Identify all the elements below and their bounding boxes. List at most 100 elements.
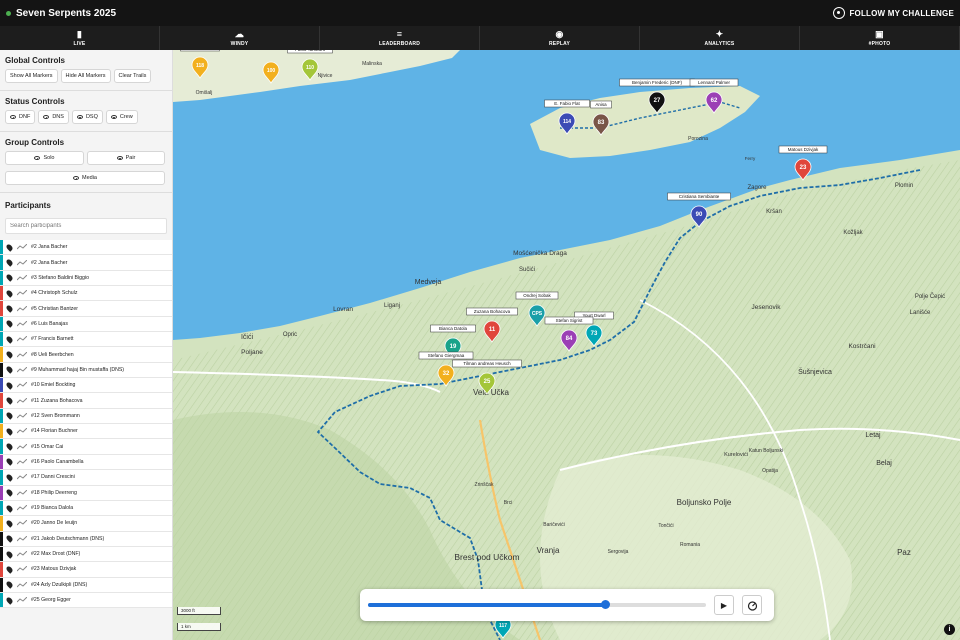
map-pin-icon[interactable] — [5, 488, 14, 497]
place-label: Ičići — [241, 334, 254, 341]
replay-slider[interactable] — [368, 600, 706, 609]
dnf-toggle-button[interactable]: DNF — [5, 110, 36, 124]
trail-icon[interactable] — [17, 351, 27, 358]
map-pin-icon[interactable] — [5, 519, 14, 528]
trail-icon[interactable] — [17, 489, 27, 496]
participant-row[interactable]: #16 Paolo Canambella — [0, 454, 172, 471]
map-pin-icon[interactable] — [5, 442, 14, 451]
map-pin-icon[interactable] — [5, 565, 14, 574]
participant-row[interactable]: #10 Emiel Bockting — [0, 378, 172, 394]
tab-windy[interactable]: ☁ WINDY — [160, 26, 320, 50]
tab-live[interactable]: ▮ LIVE — [0, 26, 160, 50]
participant-row[interactable]: #19 Bianca Dalola — [0, 500, 172, 517]
participant-row[interactable]: #24 Azly Dzulkipli (DNS) — [0, 577, 172, 593]
info-button[interactable]: i — [944, 624, 955, 635]
participant-row[interactable]: #15 Omar Cai — [0, 439, 172, 455]
map-pin-icon[interactable] — [5, 580, 14, 589]
speed-button[interactable] — [742, 595, 762, 615]
trail-icon[interactable] — [17, 474, 27, 480]
map-pin-icon[interactable] — [5, 396, 14, 405]
participant-row[interactable]: #11 Zuzana Bohacova — [0, 393, 172, 409]
follow-challenge-button[interactable]: FOLLOW MY CHALLENGE — [833, 7, 954, 19]
map-pin-icon[interactable] — [5, 534, 14, 543]
dns-toggle-button[interactable]: DNS — [38, 110, 69, 124]
map-pin-icon[interactable] — [5, 549, 14, 559]
map-pin-icon[interactable] — [5, 350, 14, 359]
participant-row[interactable]: #21 Jakob Deutschmann (DNS) — [0, 531, 172, 547]
crew-toggle-button[interactable]: Crew — [105, 110, 138, 124]
tab-replay[interactable]: ◉ REPLAY — [480, 26, 640, 50]
trail-icon[interactable] — [17, 566, 27, 572]
map-pin-icon[interactable] — [5, 411, 14, 421]
participant-row[interactable]: #12 Sven Brommann — [0, 408, 172, 425]
solo-toggle-button[interactable]: Solo — [5, 151, 84, 165]
map-pin-icon[interactable] — [5, 365, 14, 375]
search-input[interactable] — [5, 218, 167, 234]
map-pin-icon[interactable] — [5, 288, 14, 298]
trail-icon[interactable] — [17, 274, 27, 281]
participant-row[interactable]: #3 Stefano Baldini Biggio — [0, 270, 172, 287]
map-pin-icon[interactable] — [5, 427, 14, 436]
trail-icon[interactable] — [17, 458, 27, 465]
trail-icon[interactable] — [17, 397, 27, 404]
dsq-toggle-button[interactable]: DSQ — [71, 110, 103, 124]
participant-row[interactable]: #2 Jana Bacher — [0, 240, 172, 256]
map-pin-icon[interactable] — [5, 595, 14, 605]
tab-leaderboard[interactable]: ≡ LEADERBOARD — [320, 26, 480, 50]
map-pin-icon[interactable] — [5, 319, 14, 329]
map-pin-icon[interactable] — [5, 457, 14, 467]
slider-handle[interactable] — [600, 600, 610, 609]
participant-row[interactable]: #9 Muhammad hajaj Bin mustaffa (DNS) — [0, 362, 172, 379]
map-canvas[interactable]: Medveja Mošćenička Draga Sučići Lovran Ičići… — [173, 50, 960, 640]
map-pin-icon[interactable] — [5, 304, 14, 313]
participant-row[interactable]: #17 Danni Crescini — [0, 470, 172, 486]
hide-all-markers-button[interactable]: Hide All Markers — [60, 69, 111, 83]
map-pin-icon[interactable] — [5, 273, 14, 283]
trail-icon[interactable] — [17, 336, 27, 342]
trail-icon[interactable] — [17, 428, 27, 434]
trail-icon[interactable] — [17, 581, 27, 588]
pair-toggle-button[interactable]: Pair — [87, 151, 165, 165]
map-pin-icon[interactable] — [5, 503, 14, 513]
participant-row[interactable]: #4 Christoph Schulz — [0, 286, 172, 302]
trail-icon[interactable] — [17, 305, 27, 312]
map-pin-icon[interactable] — [5, 258, 14, 267]
participant-row[interactable]: #2 Jana Bacher — [0, 255, 172, 271]
tab-photo[interactable]: ▣ #PHOTO — [800, 26, 960, 50]
participant-row[interactable]: #18 Philip Deerreng — [0, 485, 172, 501]
participant-row[interactable]: #5 Christian Bantzer — [0, 301, 172, 317]
trail-icon[interactable] — [17, 290, 27, 296]
trail-icon[interactable] — [17, 244, 27, 250]
trail-icon[interactable] — [17, 382, 27, 388]
trail-icon[interactable] — [17, 412, 27, 419]
show-all-markers-button[interactable]: Show All Markers — [5, 69, 58, 83]
participant-row[interactable]: #25 Georg Egger — [0, 592, 172, 609]
media-toggle-button[interactable]: Media — [5, 171, 165, 185]
participant-name: #12 Sven Brommann — [31, 412, 80, 419]
play-button[interactable]: ▶ — [714, 595, 734, 615]
map-pin-icon[interactable] — [5, 242, 14, 252]
participant-row[interactable]: #22 Max Drost (DNF) — [0, 546, 172, 563]
clear-trails-button[interactable]: Clear Trails — [113, 69, 152, 83]
participant-row[interactable]: #8 Ueli Beerbchen — [0, 347, 172, 363]
map-pin-icon[interactable] — [5, 473, 14, 482]
map-view[interactable]: Medveja Mošćenička Draga Sučići Lovran Ičići… — [173, 50, 960, 640]
trail-icon[interactable] — [17, 505, 27, 511]
participant-row[interactable]: #7 Francis Barnett — [0, 332, 172, 348]
trail-icon[interactable] — [17, 551, 27, 557]
map-pin-icon[interactable] — [5, 334, 14, 344]
trail-icon[interactable] — [17, 259, 27, 266]
participant-row[interactable]: #23 Matous Dzivjak — [0, 562, 172, 578]
tab-analytics[interactable]: ✦ ANALYTICS — [640, 26, 800, 50]
participant-row[interactable]: #6 Luis Banajas — [0, 316, 172, 333]
trail-icon[interactable] — [17, 366, 27, 373]
map-pin-icon[interactable] — [5, 381, 14, 390]
trail-icon[interactable] — [17, 320, 27, 327]
participant-row[interactable]: #14 Florian Buchner — [0, 424, 172, 440]
trail-icon[interactable] — [17, 443, 27, 450]
trail-icon[interactable] — [17, 535, 27, 542]
trail-icon[interactable] — [17, 520, 27, 526]
participant-row[interactable]: #20 Janno De Ieuijn — [0, 516, 172, 532]
trail-icon[interactable] — [17, 597, 27, 603]
brand[interactable]: Seven Serpents 2025 — [6, 8, 116, 19]
